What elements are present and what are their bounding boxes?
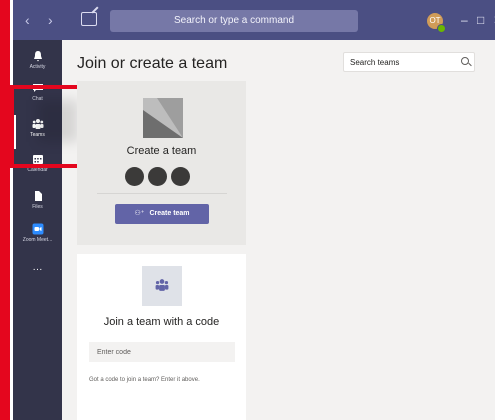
- zoom-icon: [32, 223, 43, 235]
- create-team-button[interactable]: ⚇⁺ Create team: [115, 204, 209, 224]
- page-title: Join or create a team: [77, 55, 228, 72]
- bell-icon: [33, 51, 42, 62]
- teams-icon: [155, 279, 169, 292]
- search-teams-box[interactable]: [343, 52, 475, 72]
- minimize-icon[interactable]: –: [461, 13, 468, 27]
- search-teams-input[interactable]: [350, 56, 450, 68]
- annotation-red-bar: [0, 0, 10, 420]
- presence-status-icon: [437, 24, 446, 33]
- search-icon[interactable]: [461, 57, 469, 65]
- more-apps-icon[interactable]: ···: [13, 264, 62, 275]
- files-icon: [34, 191, 42, 201]
- rail-label-activity: Activity: [29, 64, 46, 70]
- team-code-input[interactable]: [89, 342, 235, 362]
- add-team-icon: ⚇⁺: [134, 210, 145, 217]
- title-bar: ‹ › Search or type a command OT – □ ✕: [13, 0, 495, 40]
- forward-arrow-icon[interactable]: ›: [48, 12, 53, 28]
- divider: [97, 193, 227, 194]
- rail-label-zoom: Zoom Meet...: [22, 237, 53, 243]
- create-team-title: Create a team: [126, 145, 197, 157]
- member-avatar: [171, 167, 190, 186]
- compose-icon[interactable]: [81, 12, 97, 26]
- join-team-card: Join a team with a code Got a code to jo…: [77, 254, 246, 420]
- rail-label-files: Files: [32, 204, 43, 210]
- rail-item-zoom[interactable]: Zoom Meet...: [13, 223, 62, 243]
- maximize-icon[interactable]: □: [477, 13, 484, 27]
- rail-item-activity[interactable]: Activity: [13, 50, 62, 70]
- create-team-button-label: Create team: [149, 210, 190, 217]
- join-team-title: Join a team with a code: [103, 316, 220, 328]
- rail-item-files[interactable]: Files: [13, 190, 62, 210]
- member-avatars: [125, 167, 194, 191]
- back-arrow-icon[interactable]: ‹: [25, 12, 30, 28]
- join-code-teams-icon: [142, 266, 182, 306]
- member-avatar: [125, 167, 144, 186]
- create-team-card: Create a team ⚇⁺ Create team: [77, 81, 246, 245]
- join-code-hint: Got a code to join a team? Enter it abov…: [89, 377, 200, 383]
- member-avatar: [148, 167, 167, 186]
- command-search-box[interactable]: Search or type a command: [110, 10, 358, 32]
- team-image-icon: [143, 98, 183, 138]
